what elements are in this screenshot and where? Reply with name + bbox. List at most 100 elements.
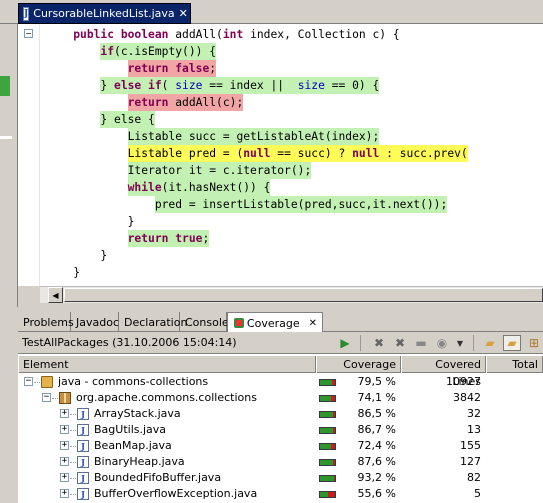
java-file-icon: J <box>77 488 89 500</box>
expand-icon[interactable]: + <box>60 425 69 434</box>
expand-icon[interactable]: + <box>60 489 69 498</box>
left-overview-ruler <box>0 24 18 307</box>
coverage-bar-fill <box>320 476 334 481</box>
coverage-toolbar: TestAllPackages (31.10.2006 15:04:14) ▶ … <box>18 332 543 354</box>
session-label: TestAllPackages (31.10.2006 15:04:14) <box>22 336 237 349</box>
code-editor[interactable]: − public boolean addAll(int index, Colle… <box>18 24 543 286</box>
total-lines-cell <box>486 374 543 390</box>
expand-icon[interactable]: + <box>60 457 69 466</box>
remove-all-sessions-icon[interactable]: ✖ <box>391 335 409 351</box>
coverage-bar <box>319 475 336 482</box>
show-types-icon[interactable]: ⊞ <box>525 335 543 351</box>
column-header-element[interactable]: Element <box>18 356 316 373</box>
element-name: ArrayStack.java <box>94 407 181 420</box>
total-lines-cell <box>486 454 543 470</box>
java-file-icon: J <box>77 408 89 420</box>
total-lines-cell <box>486 438 543 454</box>
editor-tab[interactable]: J CursorableLinkedList.java ✕ <box>18 3 191 24</box>
element-name: org.apache.commons.collections <box>76 391 257 404</box>
ruler-marker <box>0 76 10 96</box>
coverage-bar-fill <box>320 460 334 465</box>
table-row[interactable]: + J ArrayStack.java 86,5 % 32 <box>18 406 543 422</box>
close-icon[interactable]: ✕ <box>309 318 317 329</box>
tab-label: Problems <box>23 315 74 329</box>
table-row[interactable]: − org.apache.commons.collections 74,1 % 384… <box>18 390 543 406</box>
coverage-percent: 86,7 % <box>357 423 396 436</box>
covered-lines-cell: 13 <box>467 423 481 436</box>
element-name: java - commons-collections <box>58 375 209 388</box>
select-session-icon[interactable]: ◉ <box>433 335 451 351</box>
coverage-bar-fill <box>320 444 331 449</box>
source-folder-icon <box>41 376 53 388</box>
package-icon <box>59 392 71 404</box>
total-lines-cell <box>486 406 543 422</box>
relaunch-icon[interactable]: ▶ <box>336 335 354 351</box>
expand-icon[interactable]: + <box>60 441 69 450</box>
toolbar-separator <box>360 335 361 351</box>
coverage-percent: 74,1 % <box>357 391 396 404</box>
covered-lines-cell: 32 <box>467 407 481 420</box>
collapse-icon[interactable]: − <box>42 393 51 402</box>
toolbar-separator <box>473 335 474 351</box>
expand-icon[interactable]: + <box>60 409 69 418</box>
dropdown-icon[interactable]: ▼ <box>451 335 469 351</box>
coverage-bar <box>319 459 336 466</box>
table-row[interactable]: + J BinaryHeap.java 87,6 % 127 <box>18 454 543 470</box>
coverage-cell: 79,5 % <box>316 374 401 390</box>
table-row[interactable]: − java - commons-collections 79,5 % 10927 <box>18 374 543 390</box>
element-name: BeanMap.java <box>94 439 172 452</box>
tab-problems[interactable]: Problems <box>18 312 74 332</box>
coverage-bar <box>319 395 336 402</box>
show-projects-icon[interactable]: ▰ <box>481 335 499 351</box>
code-content[interactable]: public boolean addAll(int index, Collect… <box>46 26 543 281</box>
view-tab-bar: Problems Javadoc Declaration Console Cov… <box>18 310 543 333</box>
coverage-bar-fill <box>320 380 332 385</box>
column-header-covered-lines[interactable]: Covered Lines <box>401 356 486 388</box>
element-name: BagUtils.java <box>94 423 167 436</box>
total-lines-cell <box>486 486 543 502</box>
code-line: Iterator it = c.iterator(); <box>127 162 312 179</box>
tab-console[interactable]: Console <box>180 312 229 332</box>
column-header-total[interactable]: Total <box>486 356 543 373</box>
scroll-left-icon[interactable]: ◀ <box>48 287 63 303</box>
tab-declaration[interactable]: Declaration <box>119 312 187 332</box>
scrollbar-thumb[interactable] <box>64 288 543 302</box>
element-name: BinaryHeap.java <box>94 455 185 468</box>
editor-tab-title: CursorableLinkedList.java <box>33 7 175 20</box>
show-packages-icon[interactable]: ▰ <box>503 335 521 351</box>
merge-sessions-icon[interactable]: ▬ <box>412 335 430 351</box>
coverage-bar-fill <box>320 412 333 417</box>
fold-toggle-icon[interactable]: − <box>24 29 33 38</box>
table-row[interactable]: + J BagUtils.java 86,7 % 13 <box>18 422 543 438</box>
close-icon[interactable]: ✕ <box>179 7 188 20</box>
horizontal-scrollbar[interactable]: ◀ <box>40 286 543 303</box>
code-line: } else if( size == index || size == 0) { <box>100 77 380 94</box>
tab-coverage[interactable]: Coverage ✕ <box>227 312 323 333</box>
expand-icon[interactable]: + <box>60 473 69 482</box>
code-line: return true; <box>127 230 210 247</box>
coverage-percent: 72,4 % <box>357 439 396 452</box>
java-file-icon: J <box>77 440 89 452</box>
collapse-icon[interactable]: − <box>24 377 33 386</box>
code-line: return false; <box>127 60 217 77</box>
java-file-icon: J <box>23 6 30 21</box>
total-lines-cell <box>486 470 543 486</box>
column-header-coverage[interactable]: Coverage <box>316 356 401 373</box>
code-line: pred = insertListable(pred,succ,it.next(… <box>154 196 448 213</box>
coverage-percent: 87,6 % <box>357 455 396 468</box>
coverage-percent: 79,5 % <box>357 375 396 388</box>
table-row[interactable]: + J BufferOverflowException.java 55,6 % 5 <box>18 486 543 502</box>
coverage-percent: 86,5 % <box>357 407 396 420</box>
table-row[interactable]: + J BeanMap.java 72,4 % 155 <box>18 438 543 454</box>
code-line: Listable pred = (null == succ) ? null : … <box>127 145 468 162</box>
tab-javadoc[interactable]: Javadoc <box>71 312 119 332</box>
coverage-icon <box>233 317 244 330</box>
remove-session-icon[interactable]: ✖ <box>370 335 388 351</box>
coverage-cell: 72,4 % <box>316 438 401 454</box>
tab-label: Javadoc <box>76 315 119 329</box>
coverage-bar-fill <box>320 492 329 497</box>
coverage-percent: 93,2 % <box>357 471 396 484</box>
coverage-cell: 55,6 % <box>316 486 401 502</box>
table-row[interactable]: + J BoundedFifoBuffer.java 93,2 % 82 <box>18 470 543 486</box>
code-line: } <box>46 249 108 262</box>
